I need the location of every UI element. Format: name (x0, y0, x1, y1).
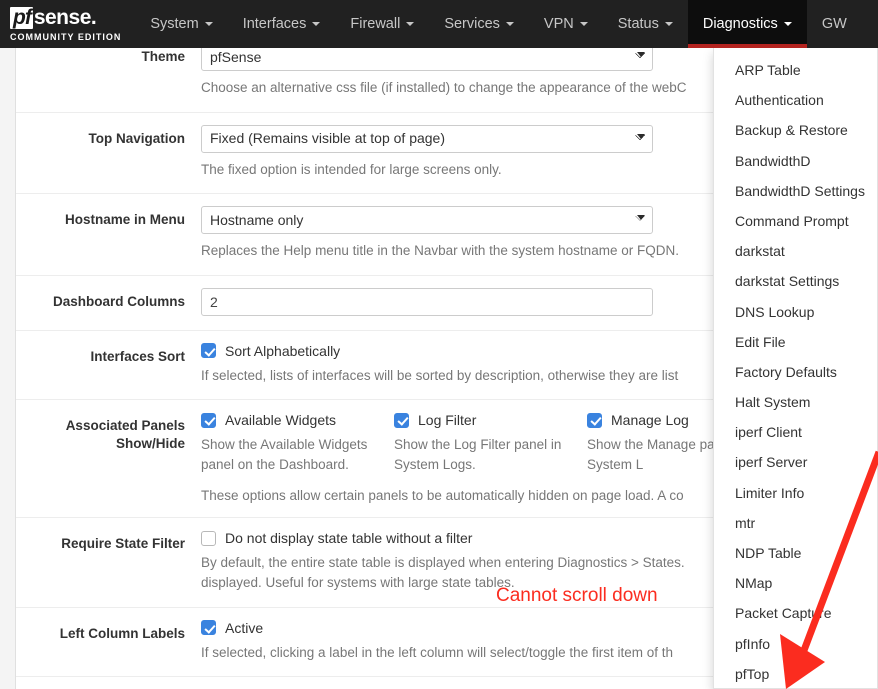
brand-pf-mark: pf (10, 6, 33, 29)
dropdown-item-authentication[interactable]: Authentication (714, 85, 877, 115)
nav-item-diagnostics[interactable]: Diagnostics (687, 0, 807, 48)
checkbox-label: Manage Log (611, 412, 689, 429)
nav-item-label: Status (617, 16, 659, 32)
nav-item-label: Interfaces (242, 16, 307, 32)
chevron-down-icon (312, 22, 321, 26)
checkbox-label: Do not display state table without a fil… (225, 530, 473, 547)
chevron-down-icon (406, 22, 415, 26)
brand-sense-text: sense (33, 5, 92, 29)
nav-item-interfaces[interactable]: Interfaces (228, 0, 336, 48)
pfsense-logo[interactable]: pf sense. COMMUNITY EDITION (0, 0, 135, 48)
nav-item-label: System (150, 16, 199, 32)
input-dashboard-columns[interactable] (201, 287, 653, 316)
nav-item-label: GW (821, 16, 847, 32)
checkbox-label: Log Filter (418, 412, 477, 429)
dropdown-item-pfinfo[interactable]: pfInfo (714, 629, 877, 659)
chevron-down-icon (579, 22, 588, 26)
form-row-label: Interfaces Sort (90, 348, 185, 364)
checkbox-unchecked-icon[interactable] (201, 530, 216, 546)
dropdown-item-arp-table[interactable]: ARP Table (714, 55, 877, 85)
nav-item-status[interactable]: Status (603, 0, 688, 48)
nav-item-firewall[interactable]: Firewall (335, 0, 429, 48)
form-row-label: Hostname in Menu (64, 212, 185, 228)
nav-item-system[interactable]: System (135, 0, 227, 48)
nav-item-label: Firewall (350, 16, 401, 32)
dropdown-item-mtr[interactable]: mtr (714, 508, 877, 538)
brand-wordmark: pf sense. (10, 5, 121, 29)
checkbox-checked-icon[interactable] (394, 412, 409, 428)
select-wrapper: Hostname only (201, 206, 653, 235)
select-wrapper: Fixed (Remains visible at top of page) (201, 124, 653, 153)
dropdown-item-factory-defaults[interactable]: Factory Defaults (714, 357, 877, 387)
nav-item-label: Diagnostics (702, 16, 778, 32)
checkbox-checked-icon[interactable] (201, 412, 216, 428)
checkbox-line[interactable]: Log Filter (394, 412, 587, 428)
dropdown-item-iperf-server[interactable]: iperf Server (714, 447, 877, 477)
chevron-down-icon (204, 22, 213, 26)
dropdown-item-packet-capture[interactable]: Packet Capture (714, 598, 877, 628)
chevron-down-icon (664, 22, 673, 26)
nav-item-gw[interactable]: GW (807, 0, 862, 48)
form-row-label: Theme (141, 49, 185, 64)
dropdown-item-edit-file[interactable]: Edit File (714, 327, 877, 357)
select-hostname-in-menu[interactable]: Hostname only (201, 206, 653, 235)
select-theme[interactable]: pfSense (201, 48, 653, 71)
checkbox-group-column: Log Filter Show the Log Filter panel in S… (394, 412, 587, 474)
nav-item-services[interactable]: Services (429, 0, 529, 48)
form-row-label: Require State Filter (61, 536, 185, 552)
chevron-down-icon (783, 22, 792, 26)
checkbox-checked-icon[interactable] (201, 620, 216, 635)
dropdown-item-bandwidthd-settings[interactable]: BandwidthD Settings (714, 176, 877, 206)
checkbox-checked-icon[interactable] (587, 412, 602, 428)
dropdown-item-nmap[interactable]: NMap (714, 568, 877, 598)
checkbox-help-text: Show the Available Widgets panel on the … (201, 437, 368, 472)
checkbox-checked-icon[interactable] (201, 343, 216, 359)
checkbox-label: Active (225, 619, 264, 636)
dropdown-item-backup-restore[interactable]: Backup & Restore (714, 115, 877, 145)
page-root: pf sense. COMMUNITY EDITION System Interfa… (0, 0, 878, 689)
form-row-label: Associated Panels Show/Hide (65, 418, 185, 452)
brand-subtitle: COMMUNITY EDITION (10, 31, 122, 42)
dropdown-item-ndp-table[interactable]: NDP Table (714, 538, 877, 568)
dropdown-item-dns-lookup[interactable]: DNS Lookup (714, 297, 877, 327)
checkbox-label: Sort Alphabetically (225, 342, 341, 359)
dropdown-item-halt-system[interactable]: Halt System (714, 387, 877, 417)
dropdown-item-command-prompt[interactable]: Command Prompt (714, 206, 877, 236)
chevron-down-icon (505, 22, 514, 26)
dropdown-item-darkstat[interactable]: darkstat (714, 236, 877, 266)
nav-item-label: VPN (543, 16, 574, 32)
form-row-help-text: By default, the entire state table is di… (201, 555, 685, 590)
nav-item-vpn[interactable]: VPN (529, 0, 603, 48)
checkbox-label: Available Widgets (225, 412, 337, 429)
checkbox-help-text: Show the Log Filter panel in System Logs… (394, 437, 562, 472)
dropdown-item-darkstat-settings[interactable]: darkstat Settings (714, 266, 877, 296)
nav-item-label: Services (444, 16, 500, 32)
dropdown-item-limiter-info[interactable]: Limiter Info (714, 478, 877, 508)
dropdown-item-bandwidthd[interactable]: BandwidthD (714, 146, 877, 176)
select-top-navigation[interactable]: Fixed (Remains visible at top of page) (201, 124, 653, 153)
form-row-label: Top Navigation (88, 130, 186, 146)
dropdown-item-pftop[interactable]: pfTop (714, 659, 877, 688)
top-navbar: pf sense. COMMUNITY EDITION System Interfa… (0, 0, 878, 48)
checkbox-group-column: Available Widgets Show the Available Widg… (201, 412, 394, 474)
brand-dot: . (90, 5, 97, 29)
form-row-label: Dashboard Columns (52, 293, 185, 309)
select-wrapper: pfSense (201, 48, 653, 71)
diagnostics-dropdown-menu[interactable]: ARP Table Authentication Backup & Restore B… (713, 48, 878, 689)
checkbox-line[interactable]: Available Widgets (201, 412, 394, 428)
navbar-menu: System Interfaces Firewall Services VPN Statu… (135, 0, 861, 48)
dropdown-item-iperf-client[interactable]: iperf Client (714, 417, 877, 447)
form-row-label: Left Column Labels (59, 625, 185, 641)
